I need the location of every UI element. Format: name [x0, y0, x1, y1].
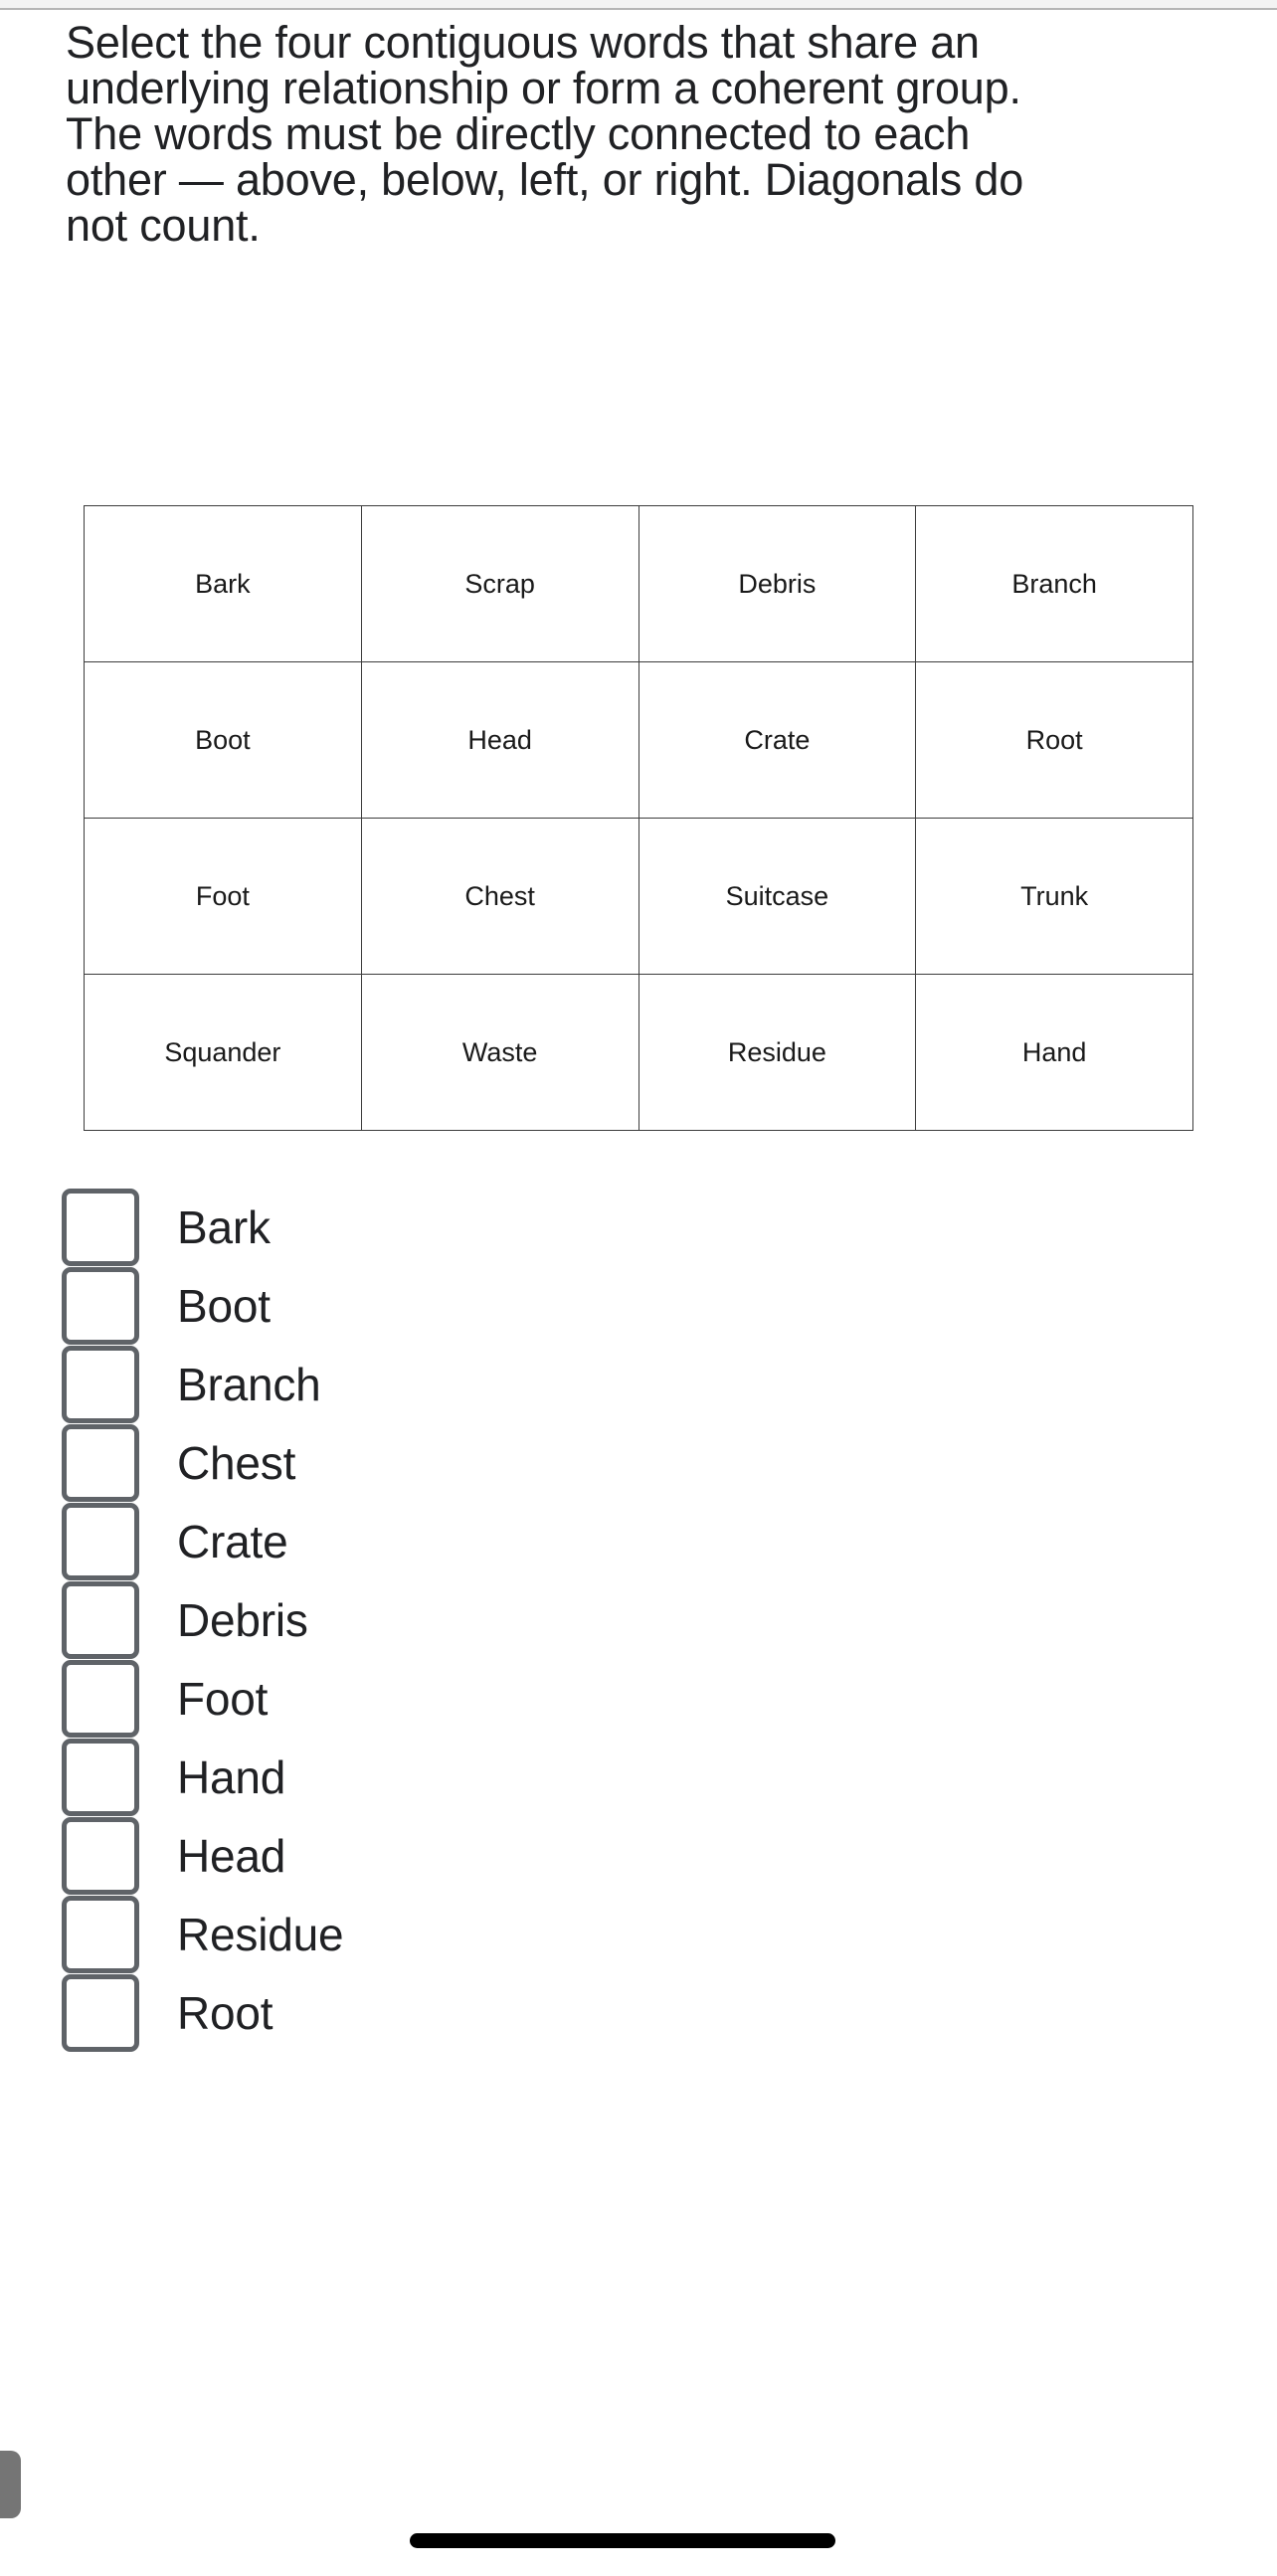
instruction-line-2: underlying relationship or form a cohere… — [66, 63, 1021, 113]
grid-cell: Trunk — [915, 818, 1193, 975]
checkbox-branch[interactable] — [62, 1345, 139, 1423]
option-row-chest[interactable]: Chest — [0, 1423, 1277, 1502]
option-row-hand[interactable]: Hand — [0, 1738, 1277, 1816]
word-grid: Bark Scrap Debris Branch Boot Head Crate… — [84, 505, 1193, 1131]
grid-cell: Boot — [84, 661, 362, 819]
home-indicator[interactable] — [410, 2533, 835, 2548]
option-row-bark[interactable]: Bark — [0, 1188, 1277, 1266]
option-label-boot[interactable]: Boot — [177, 1283, 271, 1329]
option-row-branch[interactable]: Branch — [0, 1345, 1277, 1423]
option-label-root[interactable]: Root — [177, 1990, 274, 2036]
checkbox-boot[interactable] — [62, 1266, 139, 1345]
option-label-head[interactable]: Head — [177, 1833, 285, 1879]
option-row-residue[interactable]: Residue — [0, 1895, 1277, 1973]
checkbox-crate[interactable] — [62, 1502, 139, 1580]
checkbox-foot[interactable] — [62, 1659, 139, 1738]
option-row-boot[interactable]: Boot — [0, 1266, 1277, 1345]
instruction-line-1: Select the four contiguous words that sh… — [66, 17, 980, 68]
instruction-line-5: not count. — [66, 200, 261, 251]
option-label-hand[interactable]: Hand — [177, 1754, 285, 1800]
option-row-debris[interactable]: Debris — [0, 1580, 1277, 1659]
checkbox-root[interactable] — [62, 1973, 139, 2052]
grid-cell: Chest — [360, 818, 639, 975]
grid-cell: Squander — [84, 974, 362, 1131]
grid-cell: Foot — [84, 818, 362, 975]
option-row-crate[interactable]: Crate — [0, 1502, 1277, 1580]
grid-cell: Suitcase — [638, 818, 917, 975]
grid-cell: Root — [915, 661, 1193, 819]
grid-row: Bark Scrap Debris Branch — [84, 505, 1193, 662]
grid-cell: Bark — [84, 505, 362, 662]
option-row-foot[interactable]: Foot — [0, 1659, 1277, 1738]
scrollbar-thumb[interactable] — [0, 2451, 21, 2518]
grid-cell: Hand — [915, 974, 1193, 1131]
option-label-debris[interactable]: Debris — [177, 1597, 308, 1643]
checkbox-debris[interactable] — [62, 1580, 139, 1659]
grid-cell: Branch — [915, 505, 1193, 662]
answer-options-list: Bark Boot Branch Chest Crate Debris Foot — [0, 1188, 1277, 2052]
checkbox-hand[interactable] — [62, 1738, 139, 1816]
option-label-chest[interactable]: Chest — [177, 1440, 295, 1486]
browser-chrome-strip — [0, 0, 1277, 10]
option-label-residue[interactable]: Residue — [177, 1912, 344, 1957]
option-label-bark[interactable]: Bark — [177, 1204, 271, 1250]
checkbox-head[interactable] — [62, 1816, 139, 1895]
instruction-text: Select the four contiguous words that sh… — [66, 20, 1199, 249]
instruction-line-4: other — above, below, left, or right. Di… — [66, 154, 1024, 205]
grid-cell: Scrap — [360, 505, 639, 662]
grid-row: Foot Chest Suitcase Trunk — [84, 818, 1193, 975]
checkbox-residue[interactable] — [62, 1895, 139, 1973]
checkbox-bark[interactable] — [62, 1188, 139, 1266]
grid-cell: Residue — [638, 974, 917, 1131]
checkbox-chest[interactable] — [62, 1423, 139, 1502]
option-label-crate[interactable]: Crate — [177, 1519, 288, 1564]
option-row-root[interactable]: Root — [0, 1973, 1277, 2052]
grid-row: Squander Waste Residue Hand — [84, 974, 1193, 1131]
grid-cell: Waste — [360, 974, 639, 1131]
instruction-line-3: The words must be directly connected to … — [66, 108, 971, 159]
grid-cell: Crate — [638, 661, 917, 819]
option-label-foot[interactable]: Foot — [177, 1676, 268, 1722]
option-row-head[interactable]: Head — [0, 1816, 1277, 1895]
option-label-branch[interactable]: Branch — [177, 1362, 321, 1407]
grid-cell: Head — [360, 661, 639, 819]
grid-cell: Debris — [638, 505, 917, 662]
grid-row: Boot Head Crate Root — [84, 661, 1193, 819]
